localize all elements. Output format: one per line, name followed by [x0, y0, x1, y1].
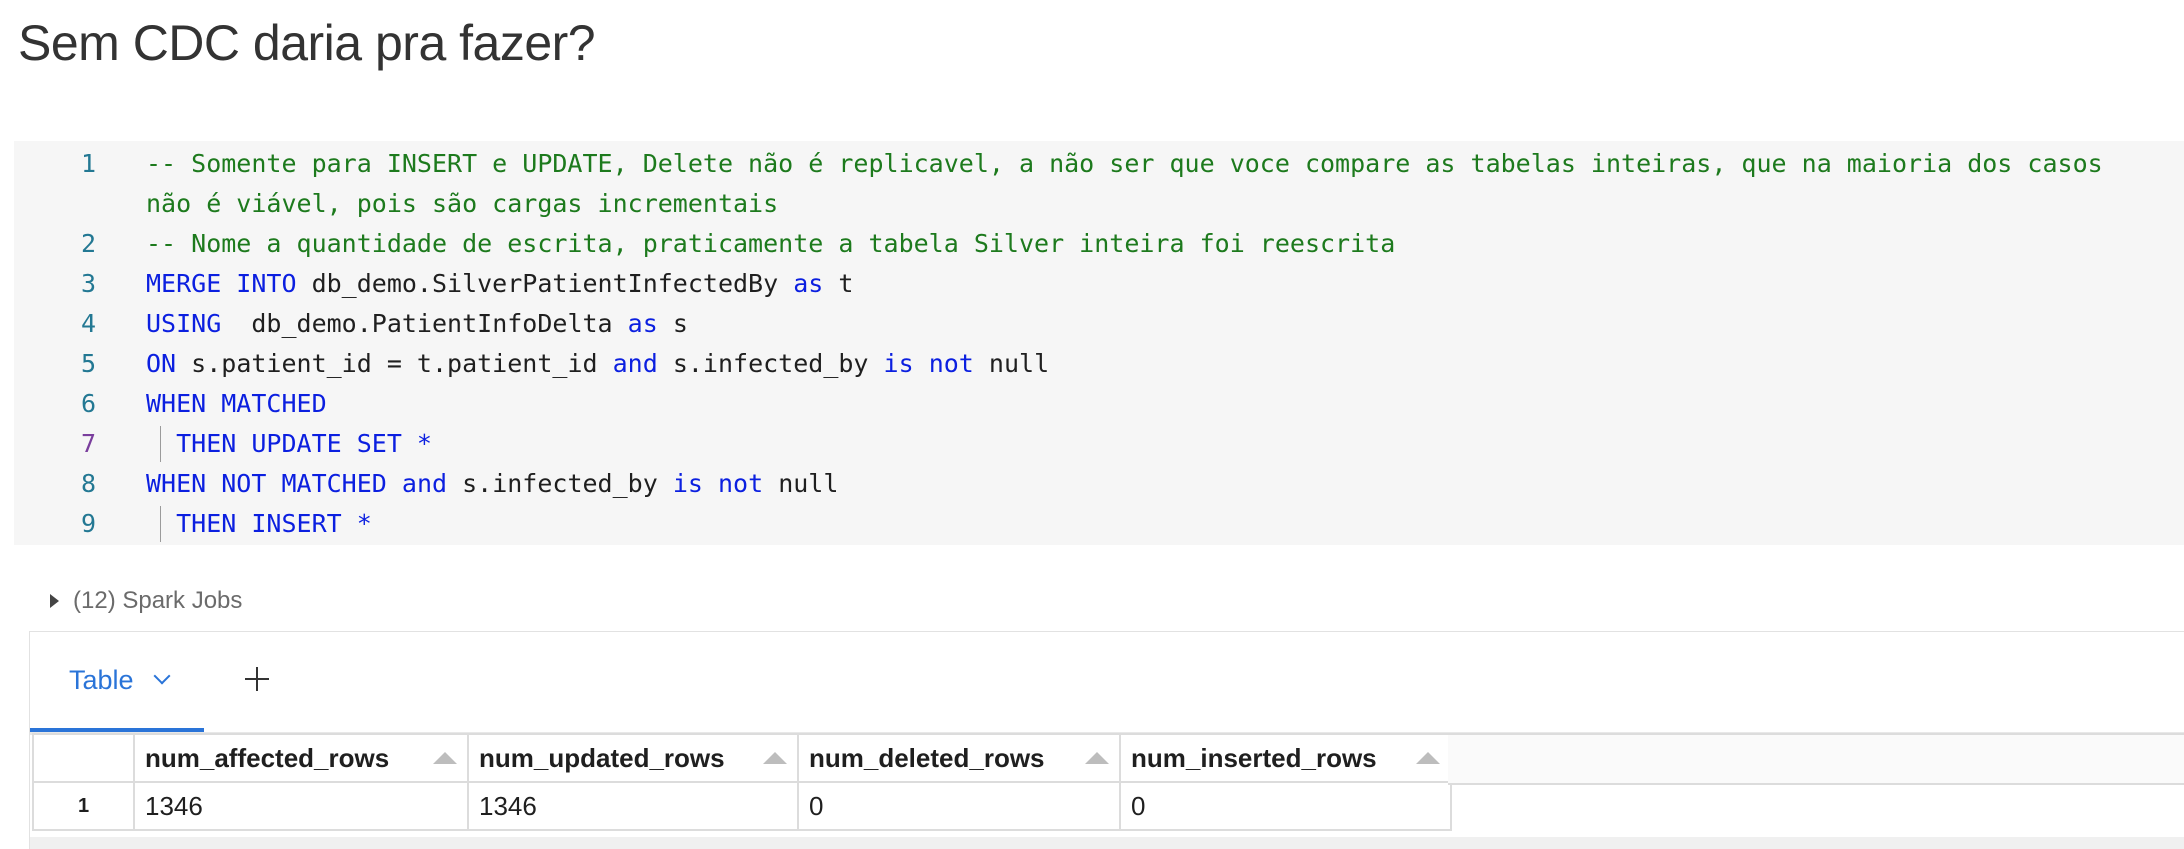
code-line[interactable]: 4 USING db_demo.PatientInfoDelta as s [14, 304, 2184, 344]
code-text: -- Somente para INSERT e UPDATE, Delete … [146, 144, 2103, 184]
line-number: 4 [80, 309, 96, 338]
sort-up-icon[interactable] [1085, 752, 1109, 764]
code-line[interactable]: 7 THEN UPDATE SET * [14, 424, 2184, 464]
line-number: 8 [80, 469, 96, 498]
sql-identifier: null [763, 469, 839, 498]
code-text: MERGE INTO db_demo.SilverPatientInfected… [146, 264, 853, 304]
code-line[interactable]: 1 -- Somente para INSERT e UPDATE, Delete… [14, 144, 2184, 184]
code-text: WHEN NOT MATCHED and s.infected_by is no… [146, 464, 838, 504]
column-header[interactable]: num_updated_rows [467, 733, 799, 783]
sql-keyword: WHEN NOT MATCHED [146, 469, 387, 498]
table-cell: 0 [1119, 781, 1452, 831]
sql-identifier: null [973, 349, 1050, 378]
result-tab-bar: Table [30, 632, 2184, 735]
sql-identifier: s.patient_id = t.patient_id [176, 349, 613, 378]
code-line[interactable]: 5 ON s.patient_id = t.patient_id and s.in… [14, 344, 2184, 384]
sql-keyword: and [401, 469, 448, 498]
column-header-label: num_affected_rows [145, 742, 390, 773]
sql-keyword: and [612, 349, 658, 378]
sql-identifier: db_demo.PatientInfoDelta [221, 309, 628, 338]
line-number: 7 [80, 429, 96, 458]
sql-keyword: is not [672, 469, 764, 498]
sql-keyword: is not [883, 349, 974, 378]
cell-title: Sem CDC daria pra fazer? [18, 15, 596, 71]
code-text: não é viável, pois são cargas incrementa… [146, 184, 778, 224]
line-number: 2 [80, 229, 96, 258]
code-text: -- Nome a quantidade de escrita, pratica… [146, 224, 1395, 264]
plus-icon[interactable] [242, 664, 272, 694]
tab-table-label: Table [69, 664, 134, 695]
column-header-label: num_deleted_rows [809, 742, 1045, 773]
code-line[interactable]: 2 -- Nome a quantidade de escrita, pratic… [14, 224, 2184, 264]
results-table: num_affected_rows num_updated_rows num_d… [32, 733, 1452, 831]
table-cell: 0 [797, 781, 1121, 831]
code-text: THEN UPDATE SET * [146, 424, 432, 464]
table-cell: 1346 [467, 781, 799, 831]
sql-keyword: as [793, 269, 824, 298]
line-number: 5 [80, 349, 96, 378]
table-scroll-area [30, 837, 2184, 849]
code-text: THEN INSERT * [146, 504, 372, 544]
sort-up-icon[interactable] [763, 752, 787, 764]
row-index-header [32, 733, 135, 783]
column-header[interactable]: num_inserted_rows [1119, 733, 1452, 783]
line-number: 9 [80, 509, 96, 538]
sql-identifier: t [823, 269, 854, 298]
code-editor[interactable]: 1 -- Somente para INSERT e UPDATE, Delete… [14, 141, 2184, 545]
sql-keyword: ON [146, 349, 177, 378]
code-line[interactable]: 9 THEN INSERT * [14, 504, 2184, 544]
sql-keyword: THEN UPDATE SET * [146, 429, 432, 458]
tab-table[interactable]: Table [30, 632, 204, 732]
code-text: WHEN MATCHED [146, 384, 327, 424]
sql-keyword: THEN INSERT * [146, 509, 372, 538]
sql-keyword: WHEN MATCHED [146, 389, 327, 418]
sql-keyword: USING [146, 309, 222, 338]
sort-up-icon[interactable] [1416, 752, 1440, 764]
sql-comment: não é viável, pois são cargas incrementa… [146, 189, 779, 218]
sql-identifier: s [657, 309, 688, 338]
spark-jobs-label: (12) Spark Jobs [73, 587, 243, 614]
table-row: 1 1346 1346 0 0 [32, 781, 1452, 831]
sql-keyword: MERGE INTO [146, 269, 297, 298]
code-line[interactable]: 3 MERGE INTO db_demo.SilverPatientInfecte… [14, 264, 2184, 304]
spark-jobs-toggle[interactable]: (12) Spark Jobs [50, 585, 242, 617]
code-text: ON s.patient_id = t.patient_id and s.inf… [146, 344, 1049, 384]
caret-right-icon [50, 594, 59, 608]
code-line[interactable]: não é viável, pois são cargas incrementa… [14, 184, 2184, 224]
column-header-label: num_updated_rows [479, 742, 725, 773]
sql-identifier [387, 469, 402, 498]
sql-keyword: as [627, 309, 658, 338]
table-empty-area [1448, 733, 2184, 785]
sql-identifier: s.infected_by [657, 349, 884, 378]
result-panel: Table num_affected_rows num_updated_rows… [29, 631, 2184, 849]
column-header[interactable]: num_affected_rows [133, 733, 469, 783]
code-line[interactable]: 8 WHEN NOT MATCHED and s.infected_by is n… [14, 464, 2184, 504]
column-header[interactable]: num_deleted_rows [797, 733, 1121, 783]
line-number: 3 [80, 269, 96, 298]
table-cell: 1346 [133, 781, 469, 831]
sql-identifier: s.infected_by [447, 469, 673, 498]
code-text: USING db_demo.PatientInfoDelta as s [146, 304, 688, 344]
sql-identifier: db_demo.SilverPatientInfectedBy [296, 269, 794, 298]
table-header-row: num_affected_rows num_updated_rows num_d… [32, 733, 1452, 783]
sort-up-icon[interactable] [433, 752, 457, 764]
code-line[interactable]: 6 WHEN MATCHED [14, 384, 2184, 424]
column-header-label: num_inserted_rows [1131, 742, 1377, 773]
sql-comment: -- Somente para INSERT e UPDATE, Delete … [146, 149, 2103, 178]
chevron-down-icon[interactable] [153, 667, 171, 685]
row-index: 1 [32, 781, 135, 831]
sql-comment: -- Nome a quantidade de escrita, pratica… [146, 229, 1396, 258]
line-number: 6 [80, 389, 96, 418]
line-number: 1 [80, 149, 96, 178]
